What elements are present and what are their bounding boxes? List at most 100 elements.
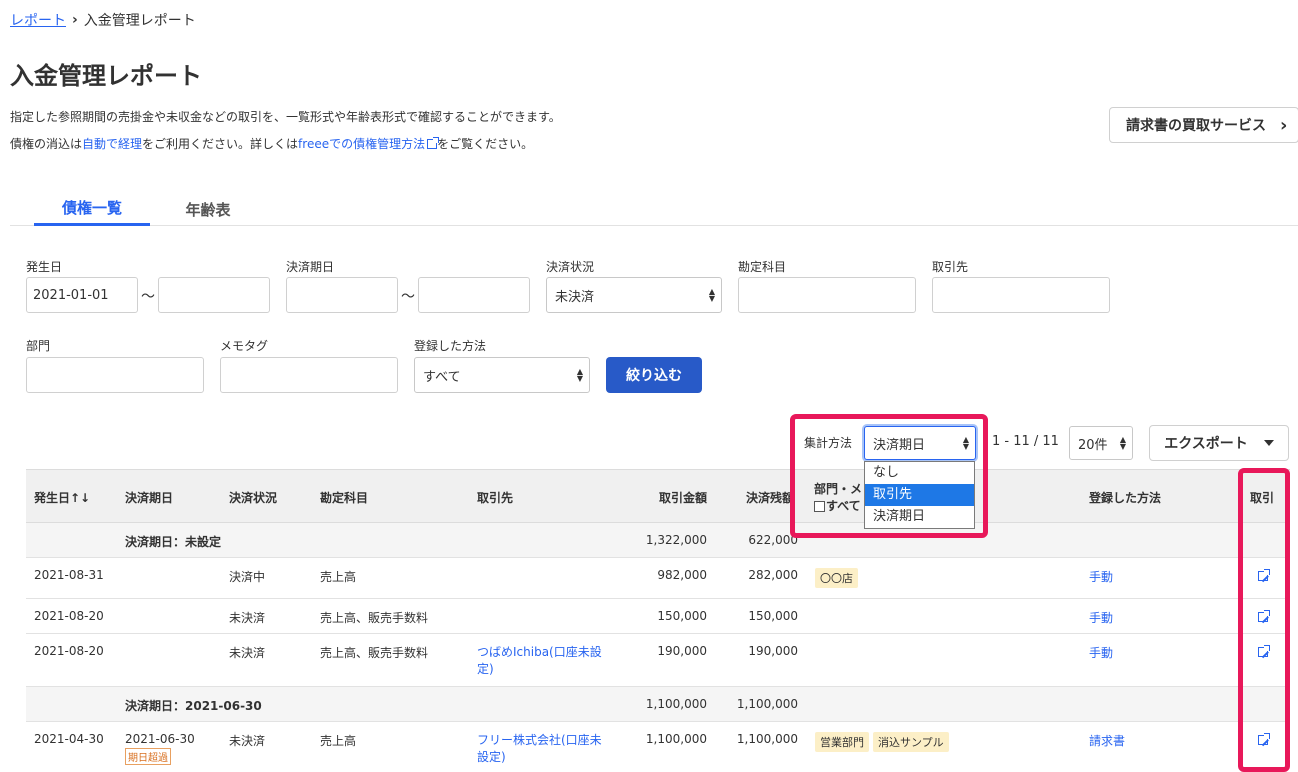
partner-input[interactable] bbox=[932, 277, 1110, 313]
aggregation-select-value: 決済期日 bbox=[873, 437, 926, 453]
issue-date: 2021-08-20 bbox=[34, 644, 104, 658]
method-link[interactable]: 請求書 bbox=[1089, 732, 1125, 749]
tab-receivables-list[interactable]: 債権一覧 bbox=[34, 192, 150, 226]
export-label: エクスポート bbox=[1164, 436, 1248, 452]
aggregation-label: 集計方法 bbox=[804, 436, 853, 450]
tag: 消込サンプル bbox=[873, 732, 949, 752]
desc-text: 債権の消込は bbox=[10, 137, 83, 151]
filter-submit-button[interactable]: 絞り込む bbox=[606, 357, 702, 393]
partner-line[interactable]: 定) bbox=[477, 661, 602, 678]
receivables-table: 発生日↑↓ 決済期日 決済状況 勘定科目 取引先 取引金額 決済残額 部門・メ … bbox=[26, 469, 1290, 772]
issue-date-from-input[interactable]: 2021-01-01 bbox=[26, 277, 138, 313]
memo-tag-label: メモタグ bbox=[220, 339, 269, 353]
amount: 1,100,000 bbox=[645, 732, 707, 746]
external-link-icon[interactable] bbox=[1258, 610, 1270, 622]
per-page-select[interactable]: 20件 ▲ ▼ bbox=[1069, 426, 1133, 460]
receivable-guide-link-label[interactable]: freeeでの債権管理方法 bbox=[298, 137, 425, 151]
due-date-from-input[interactable] bbox=[286, 277, 398, 313]
col-amount: 取引金額 bbox=[658, 491, 707, 505]
aggregation-option-due-date[interactable]: 決済期日 bbox=[865, 506, 974, 528]
select-all[interactable]: すべて bbox=[814, 497, 861, 514]
dept-label: 部門 bbox=[26, 339, 51, 353]
status-select[interactable]: 未決済 ▲ ▼ bbox=[546, 277, 722, 313]
group-label: 決済期日：2021-06-30 bbox=[125, 699, 262, 713]
aggregation-option-partner[interactable]: 取引先 bbox=[865, 484, 974, 506]
partner-link[interactable]: フリー株式会社(口座未 設定) bbox=[477, 732, 602, 766]
breadcrumb-link-report[interactable]: レポート bbox=[10, 10, 66, 30]
due-date-value: 2021-06-30 bbox=[125, 732, 195, 746]
export-button[interactable]: エクスポート bbox=[1149, 425, 1289, 461]
range-separator: 〜 bbox=[401, 289, 415, 305]
col-issue-date[interactable]: 発生日↑↓ bbox=[34, 489, 90, 506]
open-deal-link[interactable] bbox=[1258, 733, 1270, 748]
select-arrows-icon: ▲ ▼ bbox=[708, 287, 715, 303]
checkbox-icon[interactable] bbox=[814, 501, 825, 512]
overdue-badge: 期日超過 bbox=[125, 748, 171, 765]
method-link[interactable]: 手動 bbox=[1089, 644, 1113, 661]
issue-date: 2021-08-20 bbox=[34, 609, 104, 623]
amount: 982,000 bbox=[657, 568, 707, 582]
col-method: 登録した方法 bbox=[1089, 491, 1162, 505]
col-account: 勘定科目 bbox=[320, 491, 369, 505]
dept-input[interactable] bbox=[26, 357, 204, 393]
col-due-date: 決済期日 bbox=[125, 491, 174, 505]
external-link-icon[interactable] bbox=[1258, 733, 1270, 745]
receivable-guide-link[interactable]: freeeでの債権管理方法 bbox=[298, 137, 440, 151]
col-balance: 決済残額 bbox=[746, 491, 795, 505]
status: 未決済 bbox=[229, 611, 266, 625]
status-label: 決済状況 bbox=[546, 260, 595, 274]
partner-line[interactable]: フリー株式会社(口座未 bbox=[477, 732, 602, 749]
chevron-right-icon: › bbox=[1280, 114, 1288, 136]
memo-tag-input[interactable] bbox=[220, 357, 398, 393]
balance: 282,000 bbox=[748, 568, 798, 582]
balance: 190,000 bbox=[748, 644, 798, 658]
invoice-factoring-label: 請求書の買取サービス bbox=[1126, 118, 1266, 134]
group-row: 決済期日：未設定 1,322,000 622,000 bbox=[26, 523, 1290, 558]
status: 未決済 bbox=[229, 734, 266, 748]
method-select-value: すべて bbox=[423, 369, 461, 385]
invoice-factoring-button[interactable]: 請求書の買取サービス › bbox=[1109, 107, 1298, 143]
partner-line[interactable]: 設定) bbox=[477, 749, 602, 766]
table-row: 2021-08-20 未決済 売上高、販売手数料 つばめIchiba(口座未設定… bbox=[26, 634, 1290, 687]
table-row: 2021-04-30 2021-06-30 期日超過 未決済 売上高 フリー株式会… bbox=[26, 722, 1290, 772]
pagination-info: 1 - 11 / 11 bbox=[992, 434, 1059, 449]
balance: 1,100,000 bbox=[736, 732, 798, 746]
group-balance: 622,000 bbox=[748, 533, 798, 547]
breadcrumb: レポート › 入金管理レポート bbox=[10, 10, 196, 30]
tag: 〇〇店 bbox=[815, 568, 858, 588]
status-select-value: 未決済 bbox=[555, 289, 595, 305]
tab-aging[interactable]: 年齢表 bbox=[160, 192, 256, 226]
issue-date: 2021-08-31 bbox=[34, 568, 104, 582]
tags: 〇〇店 bbox=[815, 568, 862, 588]
issue-date-to-input[interactable] bbox=[158, 277, 270, 313]
aggregation-select[interactable]: 決済期日 ▲ ▼ bbox=[864, 426, 976, 460]
open-deal-link[interactable] bbox=[1258, 569, 1270, 584]
external-link-icon[interactable] bbox=[1258, 645, 1270, 657]
method-select[interactable]: すべて ▲ ▼ bbox=[414, 357, 590, 393]
desc-text: をご利用ください。詳しくは bbox=[142, 137, 299, 151]
account-input[interactable] bbox=[738, 277, 916, 313]
method-label: 登録した方法 bbox=[414, 339, 487, 353]
auto-accounting-link[interactable]: 自動で経理 bbox=[82, 137, 142, 151]
due-date-to-input[interactable] bbox=[418, 277, 530, 313]
aggregation-option-none[interactable]: なし bbox=[865, 462, 974, 484]
method-link[interactable]: 手動 bbox=[1089, 609, 1113, 626]
issue-date-label: 発生日 bbox=[26, 260, 63, 274]
select-arrows-icon: ▲ ▼ bbox=[576, 367, 583, 383]
account-label: 勘定科目 bbox=[738, 260, 787, 274]
open-deal-link[interactable] bbox=[1258, 645, 1270, 660]
open-deal-link[interactable] bbox=[1258, 610, 1270, 625]
account: 売上高 bbox=[320, 570, 357, 584]
external-link-icon bbox=[427, 137, 440, 149]
due-date: 2021-06-30 期日超過 bbox=[125, 732, 195, 765]
tags: 営業部門 消込サンプル bbox=[815, 732, 953, 752]
col-dept-memo: 部門・メ bbox=[814, 482, 863, 496]
method-link[interactable]: 手動 bbox=[1089, 568, 1113, 585]
tab-bar: 債権一覧 年齢表 bbox=[10, 192, 1298, 226]
external-link-icon[interactable] bbox=[1258, 569, 1270, 581]
account: 売上高、販売手数料 bbox=[320, 611, 429, 625]
page-description-2: 債権の消込は自動で経理をご利用ください。詳しくはfreeeでの債権管理方法 をご覧… bbox=[10, 135, 533, 152]
col-status: 決済状況 bbox=[229, 491, 278, 505]
partner-link[interactable]: つばめIchiba(口座未設 定) bbox=[477, 644, 602, 678]
partner-line[interactable]: つばめIchiba(口座未設 bbox=[477, 644, 602, 661]
